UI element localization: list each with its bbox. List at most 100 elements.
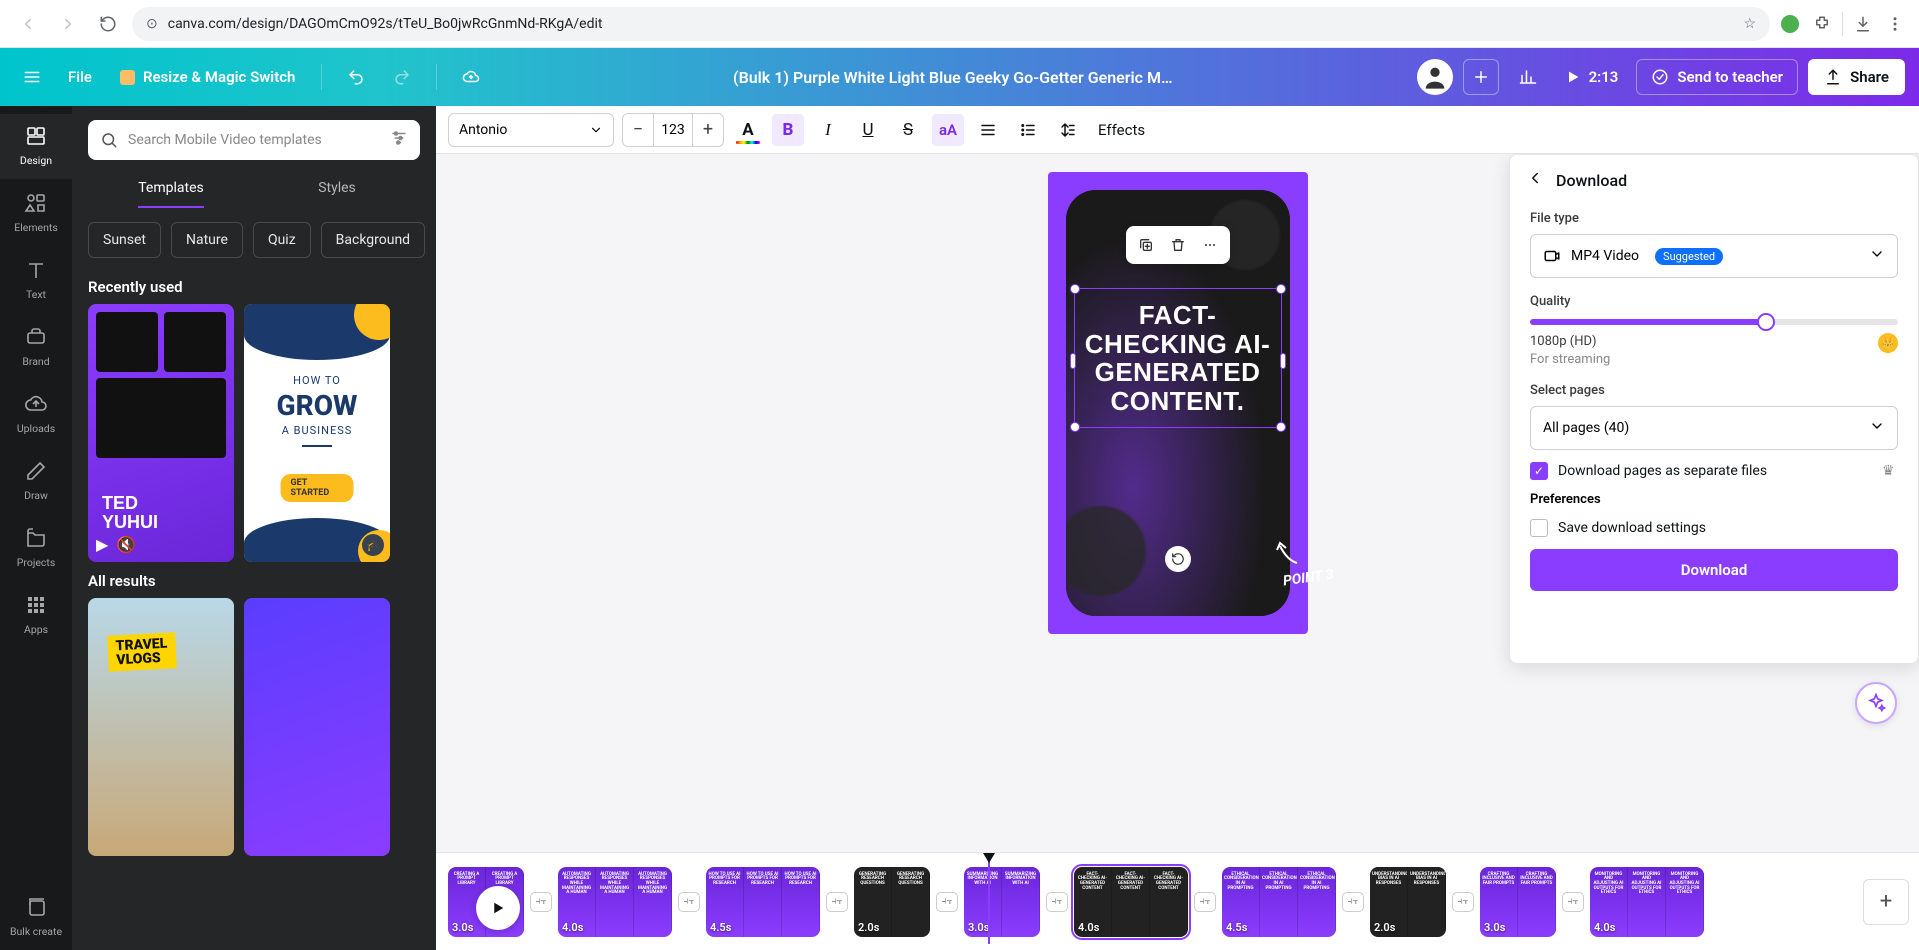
spacing-button[interactable] — [1052, 114, 1084, 146]
timeline-clip[interactable]: FACT-CHECKING AI-GENERATED CONTENTFACT-C… — [1074, 867, 1188, 937]
rail-brand[interactable]: Brand — [0, 315, 72, 380]
timeline-clip[interactable]: AUTOMATING RESPONSES WHILE MAINTAINING A… — [558, 867, 672, 937]
tab-templates[interactable]: Templates — [88, 170, 254, 208]
share-button[interactable]: Share — [1808, 59, 1905, 95]
rail-design[interactable]: Design — [0, 114, 72, 179]
rail-uploads[interactable]: Uploads — [0, 382, 72, 447]
playhead[interactable] — [988, 859, 990, 944]
slider-thumb[interactable] — [1757, 313, 1775, 331]
download-button[interactable]: Download — [1530, 549, 1898, 591]
url-bar[interactable]: ⊙ canva.com/design/DAGOmCmO92s/tTeU_Bo0j… — [132, 7, 1770, 41]
underline-button[interactable]: U — [852, 114, 884, 146]
add-collaborator-button[interactable] — [1463, 59, 1499, 95]
decrease-size-button[interactable]: − — [623, 119, 653, 140]
template-thumb-2[interactable]: HOW TO GROW A BUSINESS GET STARTED 🎓 — [244, 304, 390, 562]
transition-button[interactable]: ⫞⫟ — [1046, 892, 1068, 912]
more-button[interactable] — [1196, 232, 1224, 258]
rail-elements[interactable]: Elements — [0, 181, 72, 246]
filetype-select[interactable]: MP4 Video Suggested — [1530, 234, 1898, 278]
transition-button[interactable]: ⫞⫟ — [1194, 892, 1216, 912]
text-color-button[interactable]: A — [732, 114, 764, 146]
transition-button[interactable]: ⫞⫟ — [1562, 892, 1584, 912]
filter-icon[interactable] — [390, 129, 408, 151]
timeline-clip[interactable]: MONITORING AND ADJUSTING AI OUTPUTS FOR … — [1590, 867, 1704, 937]
back-button[interactable] — [1526, 169, 1544, 191]
uppercase-button[interactable]: aA — [932, 114, 964, 146]
font-size-input[interactable] — [653, 114, 693, 146]
send-to-teacher-button[interactable]: Send to teacher — [1636, 59, 1798, 95]
menu-button[interactable] — [14, 59, 50, 95]
separate-files-checkbox[interactable]: ✓ Download pages as separate files ♛ — [1530, 462, 1898, 480]
resize-magic-button[interactable]: Resize & Magic Switch — [110, 62, 305, 92]
forward-button[interactable] — [52, 8, 84, 40]
resize-handle[interactable] — [1280, 353, 1286, 369]
chip-nature[interactable]: Nature — [171, 222, 243, 258]
transition-button[interactable]: ⫞⫟ — [530, 892, 552, 912]
timeline-clip[interactable]: UNDERSTANDING BIAS IN AI RESPONSESUNDERS… — [1370, 867, 1446, 937]
extensions-icon[interactable] — [1810, 12, 1834, 36]
pages-select[interactable]: All pages (40) — [1530, 406, 1898, 450]
delete-button[interactable] — [1164, 232, 1192, 258]
strikethrough-button[interactable]: S — [892, 114, 924, 146]
timeline-clip[interactable]: GENERATING RESEARCH QUESTIONSGENERATING … — [854, 867, 930, 937]
document-title[interactable]: (Bulk 1) Purple White Light Blue Geeky G… — [733, 68, 1173, 87]
rail-projects[interactable]: Projects — [0, 516, 72, 581]
rail-bulk-create[interactable]: Bulk create — [0, 885, 72, 950]
template-thumb-3[interactable]: TRAVEL VLOGS — [88, 598, 234, 856]
template-thumb-4[interactable] — [244, 598, 390, 856]
effects-button[interactable]: Effects — [1092, 121, 1151, 139]
save-settings-checkbox[interactable]: Save download settings — [1530, 519, 1898, 537]
design-page[interactable]: FACT-CHECKING AI-GENERATED CONTENT. POIN… — [1048, 172, 1308, 634]
star-icon[interactable]: ☆ — [1743, 16, 1756, 32]
timeline-clip[interactable]: ETHICAL CONSIDERATIONS IN AI PROMPTINGET… — [1222, 867, 1336, 937]
rail-draw[interactable]: Draw — [0, 449, 72, 514]
chip-sunset[interactable]: Sunset — [88, 222, 161, 258]
transition-button[interactable]: ⫞⫟ — [678, 892, 700, 912]
chip-background[interactable]: Background — [321, 222, 425, 258]
tab-styles[interactable]: Styles — [254, 170, 420, 208]
template-thumb-1[interactable]: TED YUHUI ▶ 🔇 — [88, 304, 234, 562]
timeline-play-button[interactable] — [476, 886, 520, 930]
add-page-button[interactable]: + — [1863, 879, 1909, 925]
cloud-sync-icon[interactable] — [453, 59, 489, 95]
duplicate-button[interactable] — [1132, 232, 1160, 258]
file-menu[interactable]: File — [60, 62, 100, 92]
transition-button[interactable]: ⫞⫟ — [936, 892, 958, 912]
transition-button[interactable]: ⫞⫟ — [826, 892, 848, 912]
rail-apps[interactable]: Apps — [0, 583, 72, 648]
redo-button[interactable] — [384, 59, 420, 95]
reload-button[interactable] — [92, 8, 124, 40]
download-icon[interactable] — [1851, 12, 1875, 36]
back-button[interactable] — [12, 8, 44, 40]
bold-button[interactable]: B — [772, 114, 804, 146]
transition-button[interactable]: ⫞⫟ — [1342, 892, 1364, 912]
resize-handle[interactable] — [1070, 353, 1076, 369]
magic-button[interactable] — [1855, 682, 1897, 724]
rail-text[interactable]: Text — [0, 248, 72, 313]
download-title: Download — [1556, 171, 1627, 190]
resize-handle[interactable] — [1276, 284, 1286, 294]
list-button[interactable] — [1012, 114, 1044, 146]
search-input[interactable]: Search Mobile Video templates — [88, 120, 420, 160]
timeline-clip[interactable]: CRAFTING INCLUSIVE AND FAIR PROMPTSCRAFT… — [1480, 867, 1556, 937]
font-select[interactable]: Antonio — [448, 113, 614, 147]
timeline-clip[interactable]: SUMMARIZING INFORMATION WITH AISUMMARIZI… — [964, 867, 1040, 937]
user-avatar[interactable] — [1417, 59, 1453, 95]
increase-size-button[interactable]: + — [693, 119, 723, 140]
quality-slider[interactable] — [1530, 319, 1898, 325]
timeline-clip[interactable]: HOW TO USE AI PROMPTS FOR RESEARCHHOW TO… — [706, 867, 820, 937]
analytics-button[interactable] — [1509, 58, 1547, 96]
clip-duration: 3.0s — [452, 921, 473, 934]
italic-button[interactable]: I — [812, 114, 844, 146]
resize-handle[interactable] — [1070, 284, 1080, 294]
align-button[interactable] — [972, 114, 1004, 146]
menu-icon[interactable] — [1883, 12, 1907, 36]
canvas-viewport[interactable]: FACT-CHECKING AI-GENERATED CONTENT. POIN… — [436, 154, 1919, 852]
undo-button[interactable] — [338, 59, 374, 95]
chip-quiz[interactable]: Quiz — [253, 222, 311, 258]
selected-text-element[interactable]: FACT-CHECKING AI-GENERATED CONTENT. — [1074, 288, 1282, 428]
extension-1-icon[interactable] — [1778, 12, 1802, 36]
refresh-icon[interactable] — [1165, 546, 1191, 572]
play-preview-button[interactable]: 2:13 — [1557, 68, 1627, 86]
transition-button[interactable]: ⫞⫟ — [1452, 892, 1474, 912]
